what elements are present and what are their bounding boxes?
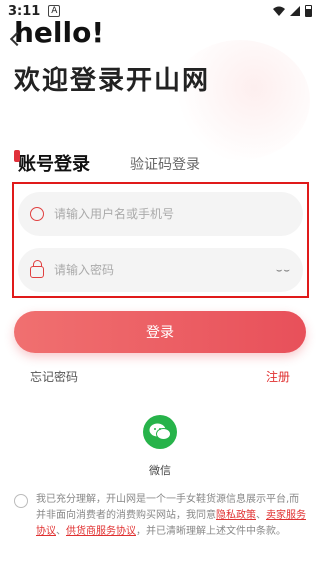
login-form: ⌣⌣ [12,182,309,298]
background-decoration [170,40,310,160]
password-field: ⌣⌣ [18,248,303,292]
login-button[interactable]: 登录 [14,311,306,353]
privacy-policy-link[interactable]: 隐私政策 [216,510,256,521]
agreement-separator: 、 [56,526,66,537]
wechat-icon[interactable] [143,415,177,449]
tab-code-login[interactable]: 验证码登录 [130,154,200,176]
agreement-separator: 、 [256,510,266,521]
username-field [18,192,303,236]
battery-icon [305,5,312,17]
supplier-agreement-link[interactable]: 供货商服务协议 [66,526,136,537]
password-input[interactable] [54,263,276,277]
tab-account-login[interactable]: 账号登录 [14,150,90,176]
eye-closed-icon[interactable]: ⌣⌣ [276,265,291,276]
wechat-bubble-icon [149,423,171,440]
agreement-text: 我已充分理解，开山网是一个一手女鞋货源信息展示平台,而并非面向消费者的消费购买网… [36,492,306,540]
wechat-label: 微信 [149,464,171,477]
greeting-text: hello! [14,16,105,49]
wifi-icon [273,6,285,16]
agreement-text-after: ，并已清晰理解上述文件中条款。 [136,526,286,537]
user-icon [30,207,44,221]
status-icons [273,5,312,17]
signal-icon [290,6,300,16]
agreement-checkbox[interactable] [14,494,28,508]
agreement-row: 我已充分理解，开山网是一个一手女鞋货源信息展示平台,而并非面向消费者的消费购买网… [14,492,306,540]
login-tabs: 账号登录 验证码登录 [14,150,200,176]
register-link[interactable]: 注册 [266,368,290,385]
username-input[interactable] [54,207,291,221]
forgot-password-link[interactable]: 忘记密码 [30,368,78,385]
page-title: 欢迎登录开山网 [14,66,211,96]
lock-icon [30,260,44,278]
